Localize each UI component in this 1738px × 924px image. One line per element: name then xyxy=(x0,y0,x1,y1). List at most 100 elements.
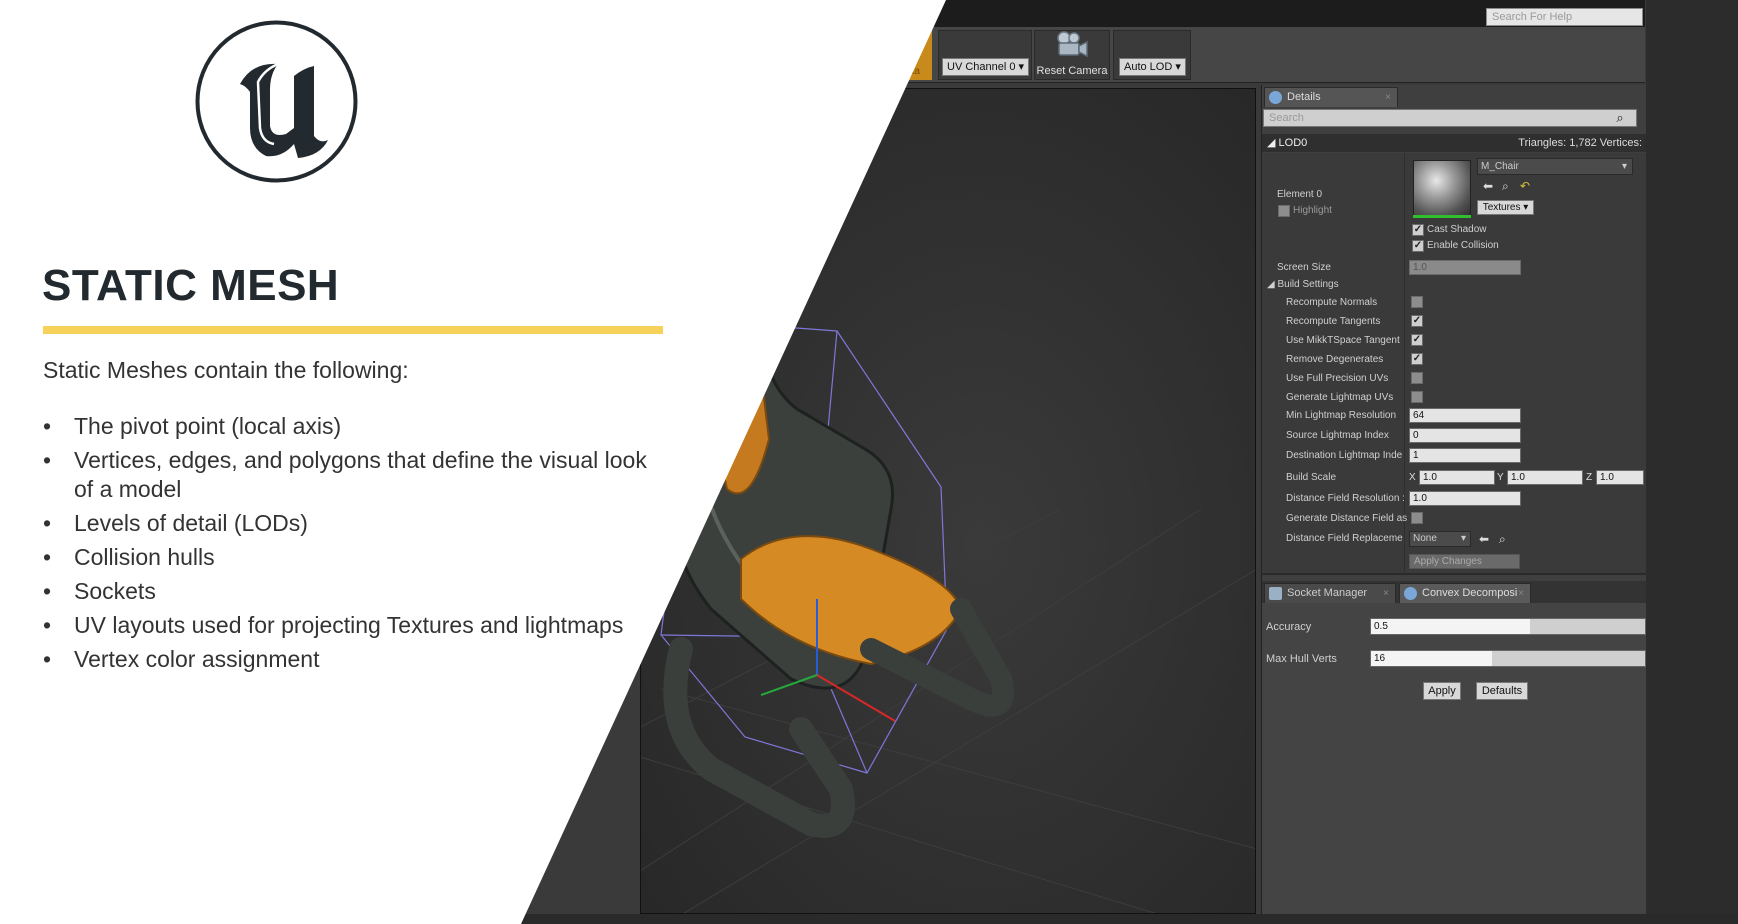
generate-distance-field-checkbox[interactable]: ✓ xyxy=(1411,512,1423,524)
lod-header[interactable]: ◢ LOD0 Triangles: 1,782 Vertices: xyxy=(1262,134,1646,152)
enable-collision-checkbox[interactable]: ✓ xyxy=(1412,240,1424,252)
tab-convex-decomposition[interactable]: Convex Decomposi × xyxy=(1399,583,1531,603)
max-hull-verts-label: Max Hull Verts xyxy=(1266,653,1337,665)
max-hull-verts-fill xyxy=(1371,651,1492,666)
bullet-marker: • xyxy=(43,510,52,536)
unreal-engine-logo xyxy=(195,20,358,183)
bullet-item: • Sockets xyxy=(43,577,663,606)
distance-field-replacement-label: Distance Field Replaceme xyxy=(1286,533,1403,544)
slide-intro: Static Meshes contain the following: xyxy=(43,357,409,383)
lod-column-divider[interactable] xyxy=(1404,153,1405,575)
destination-lightmap-index-field[interactable]: 1 xyxy=(1409,448,1521,463)
apply-changes-button[interactable]: Apply Changes xyxy=(1409,554,1520,569)
build-scale-label: Build Scale xyxy=(1286,472,1337,483)
distance-field-resolution-field[interactable]: 1.0 xyxy=(1409,491,1521,506)
build-setting-checkbox[interactable]: ✓ xyxy=(1411,296,1423,308)
bullet-marker: • xyxy=(43,612,52,638)
bullet-text: The pivot point (local axis) xyxy=(74,413,342,439)
bullet-marker: • xyxy=(43,413,52,439)
build-setting-label: Remove Degenerates xyxy=(1286,354,1384,365)
search-icon[interactable]: ⌕ xyxy=(1612,110,1628,126)
bullet-item: • Vertex color assignment xyxy=(43,645,663,674)
uv-channel-dropdown[interactable]: UV Channel 0 ▾ xyxy=(942,58,1030,76)
close-icon[interactable]: × xyxy=(1518,584,1524,603)
auto-lod-dropdown[interactable]: Auto LOD ▾ xyxy=(1119,58,1186,76)
tab-convex-label: Convex Decomposi xyxy=(1422,587,1518,599)
bullet-item: • Vertices, edges, and polygons that defi… xyxy=(43,446,663,504)
chevron-down-icon: ▾ xyxy=(1621,161,1627,172)
wrench-icon xyxy=(1269,587,1282,600)
screen-size-label: Screen Size xyxy=(1277,262,1331,273)
camera-icon xyxy=(1057,31,1088,58)
pivot-x-axis xyxy=(816,674,896,722)
build-setting-checkbox[interactable]: ✓ xyxy=(1411,334,1423,346)
build-scale-x-field[interactable]: 1.0 xyxy=(1419,470,1495,485)
max-hull-verts-slider[interactable]: 16 xyxy=(1370,650,1646,667)
build-scale-z-field[interactable]: 1.0 xyxy=(1596,470,1644,485)
build-settings-text: Build Settings xyxy=(1277,279,1339,290)
bullet-item: • Collision hulls xyxy=(43,543,663,572)
source-lightmap-index-field[interactable]: 0 xyxy=(1409,428,1521,443)
defaults-button[interactable]: Defaults xyxy=(1476,682,1528,700)
textures-dropdown[interactable]: Textures ▾ xyxy=(1477,200,1534,215)
enable-collision-label: Enable Collision xyxy=(1427,240,1499,251)
accuracy-slider[interactable]: 0.5 xyxy=(1370,618,1646,635)
bullet-marker: • xyxy=(43,447,52,473)
info-icon xyxy=(1269,91,1282,104)
chevron-down-icon: ▾ xyxy=(1460,533,1466,544)
build-setting-checkbox[interactable]: ✓ xyxy=(1411,372,1423,384)
tab-socket-manager-label: Socket Manager xyxy=(1287,587,1368,599)
material-name: M_Chair xyxy=(1481,161,1519,172)
slide-title: STATIC MESH xyxy=(42,261,340,310)
arrow-left-icon[interactable]: ⬅ xyxy=(1479,533,1489,545)
accuracy-label: Accuracy xyxy=(1266,621,1312,633)
arrow-left-icon[interactable]: ⬅ xyxy=(1483,180,1493,192)
lod-header-label: LOD0 xyxy=(1278,137,1308,149)
textures-label: Textures xyxy=(1482,202,1521,213)
build-setting-label: Generate Lightmap UVs xyxy=(1286,392,1394,403)
bullet-text: Vertex color assignment xyxy=(74,646,320,672)
tab-socket-manager[interactable]: Socket Manager × xyxy=(1264,583,1396,603)
build-setting-label: Recompute Tangents xyxy=(1286,316,1381,327)
element-label: Element 0 xyxy=(1277,189,1323,200)
material-thumbnail-bar xyxy=(1413,215,1471,218)
cast-shadow-checkbox[interactable]: ✓ xyxy=(1412,224,1424,236)
destination-lightmap-index-label: Destination Lightmap Inde xyxy=(1286,450,1403,461)
build-setting-checkbox[interactable]: ✓ xyxy=(1411,353,1423,365)
min-lightmap-resolution-label: Min Lightmap Resolution xyxy=(1286,410,1397,421)
cast-shadow-label: Cast Shadow xyxy=(1427,224,1487,235)
highlight-checkbox[interactable]: ✓ xyxy=(1278,205,1290,217)
build-setting-label: Use Full Precision UVs xyxy=(1286,373,1389,384)
lod-stats: Triangles: 1,782 Vertices: xyxy=(1518,137,1642,149)
close-icon[interactable]: × xyxy=(1385,88,1391,107)
build-scale-y-field[interactable]: 1.0 xyxy=(1507,470,1583,485)
browse-icon[interactable]: ⌕ xyxy=(1502,180,1509,192)
material-select[interactable]: M_Chair ▾ xyxy=(1477,158,1633,175)
bullet-item: • The pivot point (local axis) xyxy=(43,412,663,441)
bullet-item: • Levels of detail (LODs) xyxy=(43,509,663,538)
build-setting-checkbox[interactable]: ✓ xyxy=(1411,391,1423,403)
tab-details-label: Details xyxy=(1287,91,1321,103)
build-settings-label[interactable]: ◢ Build Settings xyxy=(1267,279,1339,290)
material-thumbnail[interactable] xyxy=(1413,160,1471,218)
uv-channel-label: UV Channel 0 xyxy=(947,61,1016,73)
help-search-input[interactable]: Search For Help xyxy=(1486,8,1643,26)
reset-icon[interactable]: ↶ xyxy=(1520,180,1530,192)
details-search-input[interactable]: Search xyxy=(1263,109,1637,127)
browse-icon[interactable]: ⌕ xyxy=(1499,533,1506,545)
convex-icon xyxy=(1404,587,1417,600)
build-scale-x-label: X xyxy=(1409,472,1416,483)
accuracy-value: 0.5 xyxy=(1374,621,1388,632)
highlight-label: Highlight xyxy=(1293,205,1332,216)
build-scale-z-label: Z xyxy=(1586,472,1593,483)
distance-field-replacement-select[interactable]: None ▾ xyxy=(1409,531,1471,547)
bullet-item: • UV layouts used for projecting Textures… xyxy=(43,611,663,640)
build-setting-checkbox[interactable]: ✓ xyxy=(1411,315,1423,327)
source-lightmap-index-label: Source Lightmap Index xyxy=(1286,430,1389,441)
screen-size-field[interactable]: 1.0 xyxy=(1409,260,1521,275)
close-icon[interactable]: × xyxy=(1383,584,1389,603)
bullet-marker: • xyxy=(43,544,52,570)
apply-button[interactable]: Apply xyxy=(1423,682,1461,700)
min-lightmap-resolution-field[interactable]: 64 xyxy=(1409,408,1521,423)
tab-details[interactable]: Details × xyxy=(1264,87,1398,107)
